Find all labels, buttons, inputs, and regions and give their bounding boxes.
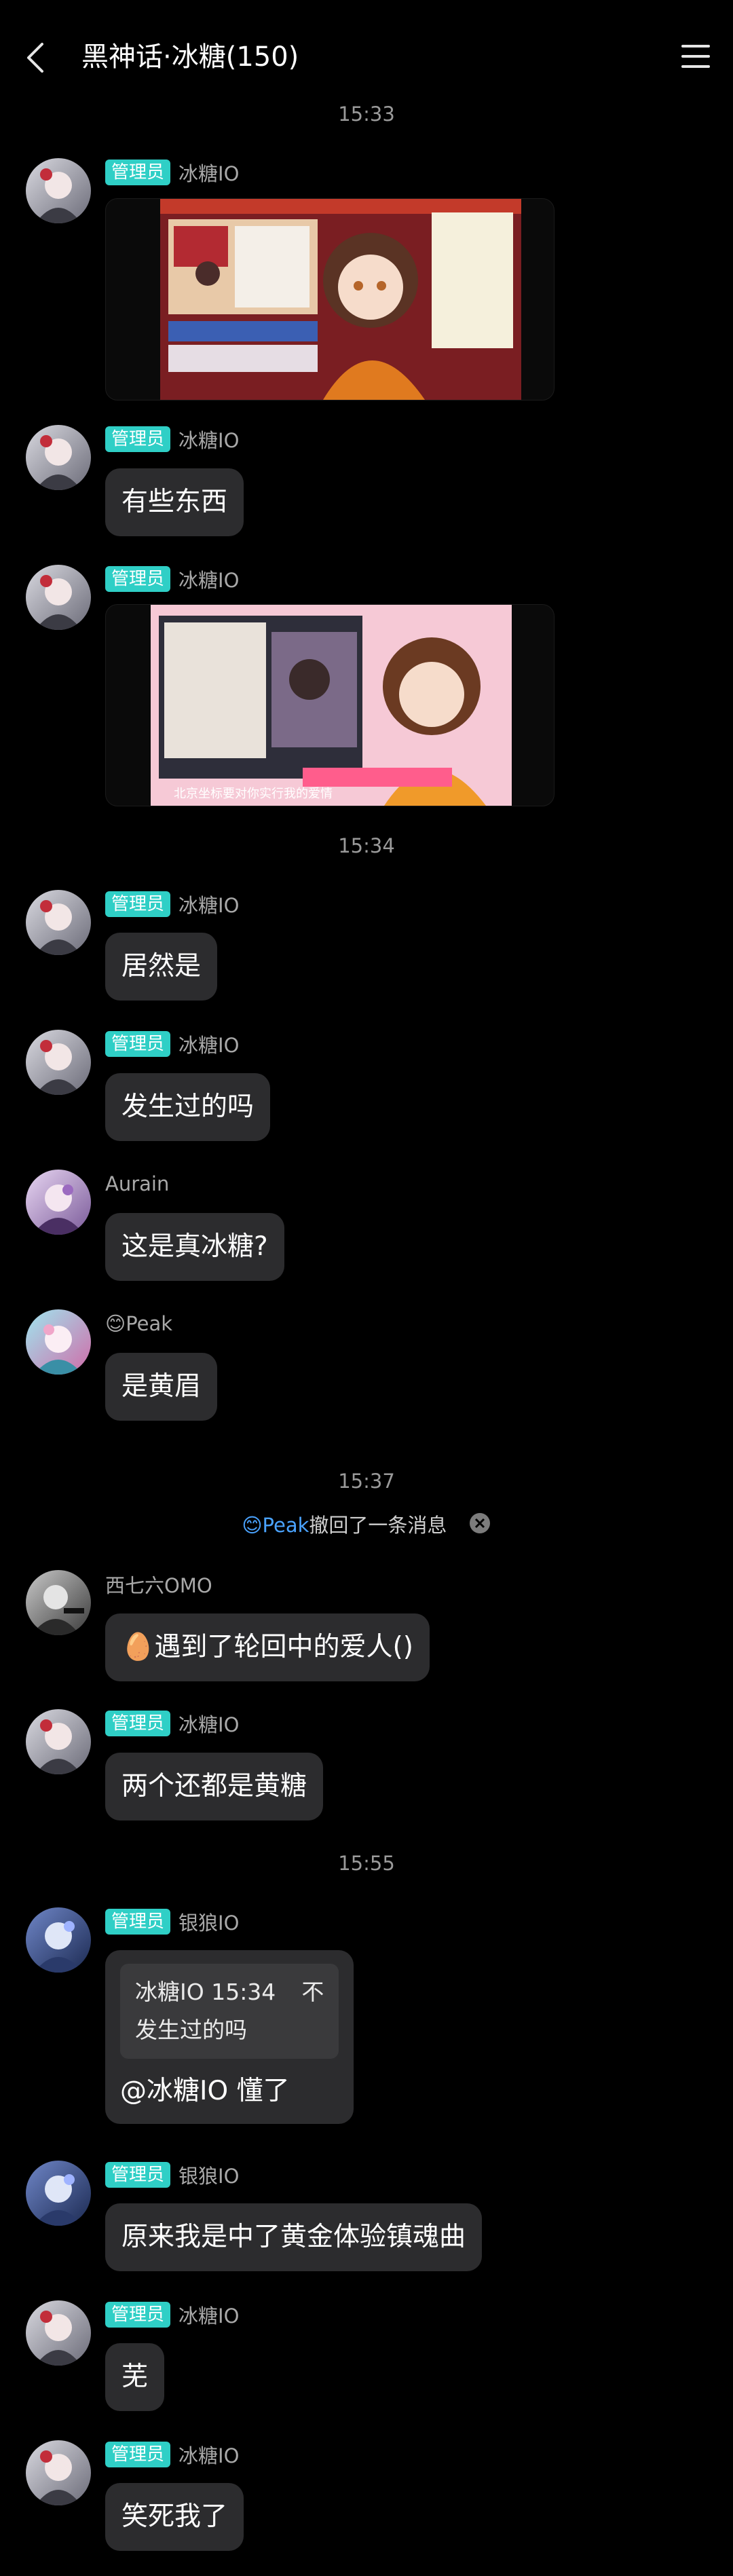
sender-row: 管理员 冰糖IO [105, 1030, 239, 1058]
avatar[interactable] [26, 890, 91, 955]
reply-text: @冰糖IO 懂了 [120, 2076, 290, 2106]
timestamp: 15:37 [338, 1470, 395, 1493]
avatar[interactable] [26, 158, 91, 223]
sender-name[interactable]: 冰糖IO [178, 158, 239, 187]
sender-row: 西七六OMO [105, 1570, 212, 1599]
menu-icon[interactable] [679, 39, 713, 73]
admin-badge: 管理员 [105, 1031, 171, 1057]
sender-row: 😊Peak [105, 1309, 172, 1338]
sender-name[interactable]: 冰糖IO [178, 890, 239, 918]
video-screenshot-icon: 北京坐标要对你实行我的爱情 [151, 605, 512, 806]
sender-name[interactable]: 冰糖IO [178, 565, 239, 593]
timestamp: 15:34 [338, 834, 395, 857]
sender-row: 管理员 银狼IO [105, 1907, 239, 1936]
avatar[interactable] [26, 565, 91, 630]
recall-user-name[interactable]: 😊Peak [242, 1514, 309, 1537]
quote-text: 发生过的吗 [135, 2017, 247, 2043]
close-icon[interactable] [468, 1512, 491, 1542]
avatar[interactable] [26, 1170, 91, 1235]
message-bubble[interactable]: 原来我是中了黄金体验镇魂曲 [105, 2203, 483, 2271]
avatar[interactable] [26, 1570, 91, 1635]
sender-name[interactable]: Aurain [105, 1172, 169, 1195]
recall-notice: 😊Peak撤回了一条消息 [0, 1512, 733, 1542]
avatar[interactable] [26, 2161, 91, 2226]
avatar[interactable] [26, 425, 91, 490]
quoted-message[interactable]: 冰糖IO 15:34 不 发生过的吗 [120, 1964, 339, 2059]
sender-name[interactable]: 银狼IO [178, 1907, 239, 1936]
image-caption: 北京坐标要对你实行我的爱情 [174, 787, 333, 801]
avatar[interactable] [26, 2300, 91, 2366]
admin-badge: 管理员 [105, 160, 171, 185]
message-bubble[interactable]: 笑死我了 [105, 2483, 244, 2551]
message-bubble[interactable]: 🥚遇到了轮回中的爱人() [105, 1613, 430, 1681]
message-bubble[interactable]: 居然是 [105, 933, 218, 1001]
sender-name[interactable]: 冰糖IO [178, 2440, 239, 2469]
sender-name[interactable]: 😊Peak [105, 1312, 172, 1335]
sender-name[interactable]: 冰糖IO [178, 1709, 239, 1738]
recall-text: 撤回了一条消息 [309, 1514, 447, 1537]
sender-name[interactable]: 冰糖IO [178, 425, 239, 453]
avatar[interactable] [26, 2440, 91, 2505]
avatar[interactable] [26, 1907, 91, 1973]
chat-title: 黑神话·冰糖(150) [81, 41, 299, 73]
message-bubble[interactable]: 两个还都是黄糖 [105, 1753, 324, 1821]
admin-badge: 管理员 [105, 426, 171, 452]
admin-badge: 管理员 [105, 2302, 171, 2328]
video-screenshot-icon [160, 199, 521, 400]
reply-bubble[interactable]: 冰糖IO 15:34 不 发生过的吗 @冰糖IO 懂了 [105, 1950, 354, 2124]
sender-name[interactable]: 银狼IO [178, 2161, 239, 2189]
sender-name[interactable]: 冰糖IO [178, 2300, 239, 2329]
admin-badge: 管理员 [105, 566, 171, 592]
avatar[interactable] [26, 1030, 91, 1095]
admin-badge: 管理员 [105, 2162, 171, 2188]
message-bubble[interactable]: 芜 [105, 2343, 165, 2411]
admin-badge: 管理员 [105, 891, 171, 917]
sender-row: 管理员 冰糖IO [105, 1709, 239, 1738]
quote-trail: 不 [301, 1979, 324, 2005]
avatar[interactable] [26, 1709, 91, 1774]
message-bubble[interactable]: 有些东西 [105, 468, 244, 536]
sender-row: Aurain [105, 1170, 169, 1198]
message-bubble[interactable]: 是黄眉 [105, 1353, 218, 1421]
sender-row: 管理员 冰糖IO [105, 158, 239, 187]
message-bubble[interactable]: 这是真冰糖? [105, 1213, 284, 1281]
admin-badge: 管理员 [105, 2442, 171, 2467]
image-message[interactable] [105, 198, 555, 400]
admin-badge: 管理员 [105, 1711, 171, 1736]
quote-header: 冰糖IO 15:34 [135, 1979, 276, 2005]
sender-name[interactable]: 西七六OMO [105, 1570, 212, 1599]
avatar[interactable] [26, 1309, 91, 1375]
message-bubble[interactable]: 发生过的吗 [105, 1073, 271, 1141]
sender-name[interactable]: 冰糖IO [178, 1030, 239, 1058]
sender-row: 管理员 冰糖IO [105, 425, 239, 453]
admin-badge: 管理员 [105, 1909, 171, 1935]
sender-row: 管理员 冰糖IO [105, 890, 239, 918]
sender-row: 管理员 银狼IO [105, 2161, 239, 2189]
sender-row: 管理员 冰糖IO [105, 565, 239, 593]
timestamp: 15:33 [338, 102, 395, 126]
top-bar: 黑神话·冰糖(150) [0, 0, 733, 112]
sender-row: 管理员 冰糖IO [105, 2440, 239, 2469]
back-icon[interactable] [23, 37, 50, 78]
sender-row: 管理员 冰糖IO [105, 2300, 239, 2329]
image-message[interactable]: 北京坐标要对你实行我的爱情 [105, 604, 555, 806]
timestamp: 15:55 [338, 1852, 395, 1875]
